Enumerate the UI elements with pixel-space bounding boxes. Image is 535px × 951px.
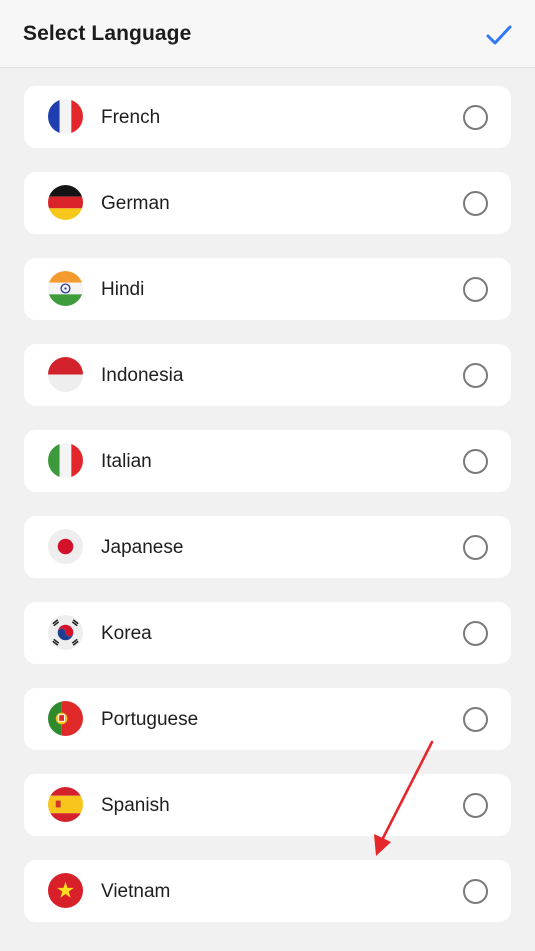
portugal-flag-icon xyxy=(48,701,83,736)
language-label: Spanish xyxy=(101,795,170,816)
language-item-portuguese[interactable]: Portuguese xyxy=(24,688,511,750)
radio-button[interactable] xyxy=(463,449,488,474)
vietnam-flag-icon xyxy=(48,873,83,908)
radio-button[interactable] xyxy=(463,191,488,216)
language-item-japanese[interactable]: Japanese xyxy=(24,516,511,578)
language-item-indonesia[interactable]: Indonesia xyxy=(24,344,511,406)
language-item-vietnam[interactable]: Vietnam xyxy=(24,860,511,922)
language-label: Vietnam xyxy=(101,881,171,902)
language-item-hindi[interactable]: Hindi xyxy=(24,258,511,320)
language-item-german[interactable]: German xyxy=(24,172,511,234)
radio-button[interactable] xyxy=(463,793,488,818)
india-flag-icon xyxy=(48,271,83,306)
radio-button[interactable] xyxy=(463,363,488,388)
radio-button[interactable] xyxy=(463,879,488,904)
language-label: Portuguese xyxy=(101,709,199,730)
page-title: Select Language xyxy=(23,22,192,45)
language-label: Hindi xyxy=(101,279,145,300)
language-item-italian[interactable]: Italian xyxy=(24,430,511,492)
language-label: Indonesia xyxy=(101,365,184,386)
language-label: German xyxy=(101,193,170,214)
language-item-spanish[interactable]: Spanish xyxy=(24,774,511,836)
checkmark-icon[interactable] xyxy=(484,20,514,50)
radio-button[interactable] xyxy=(463,621,488,646)
language-item-french[interactable]: French xyxy=(24,86,511,148)
language-label: Korea xyxy=(101,623,152,644)
south-korea-flag-icon xyxy=(48,615,83,650)
radio-button[interactable] xyxy=(463,707,488,732)
radio-button[interactable] xyxy=(463,105,488,130)
language-label: Italian xyxy=(101,451,152,472)
language-item-korea[interactable]: Korea xyxy=(24,602,511,664)
germany-flag-icon xyxy=(48,185,83,220)
radio-button[interactable] xyxy=(463,277,488,302)
header-bar: Select Language xyxy=(0,0,535,68)
indonesia-flag-icon xyxy=(48,357,83,392)
language-label: French xyxy=(101,107,161,128)
france-flag-icon xyxy=(48,99,83,134)
italy-flag-icon xyxy=(48,443,83,478)
spain-flag-icon xyxy=(48,787,83,822)
language-label: Japanese xyxy=(101,537,184,558)
japan-flag-icon xyxy=(48,529,83,564)
radio-button[interactable] xyxy=(463,535,488,560)
